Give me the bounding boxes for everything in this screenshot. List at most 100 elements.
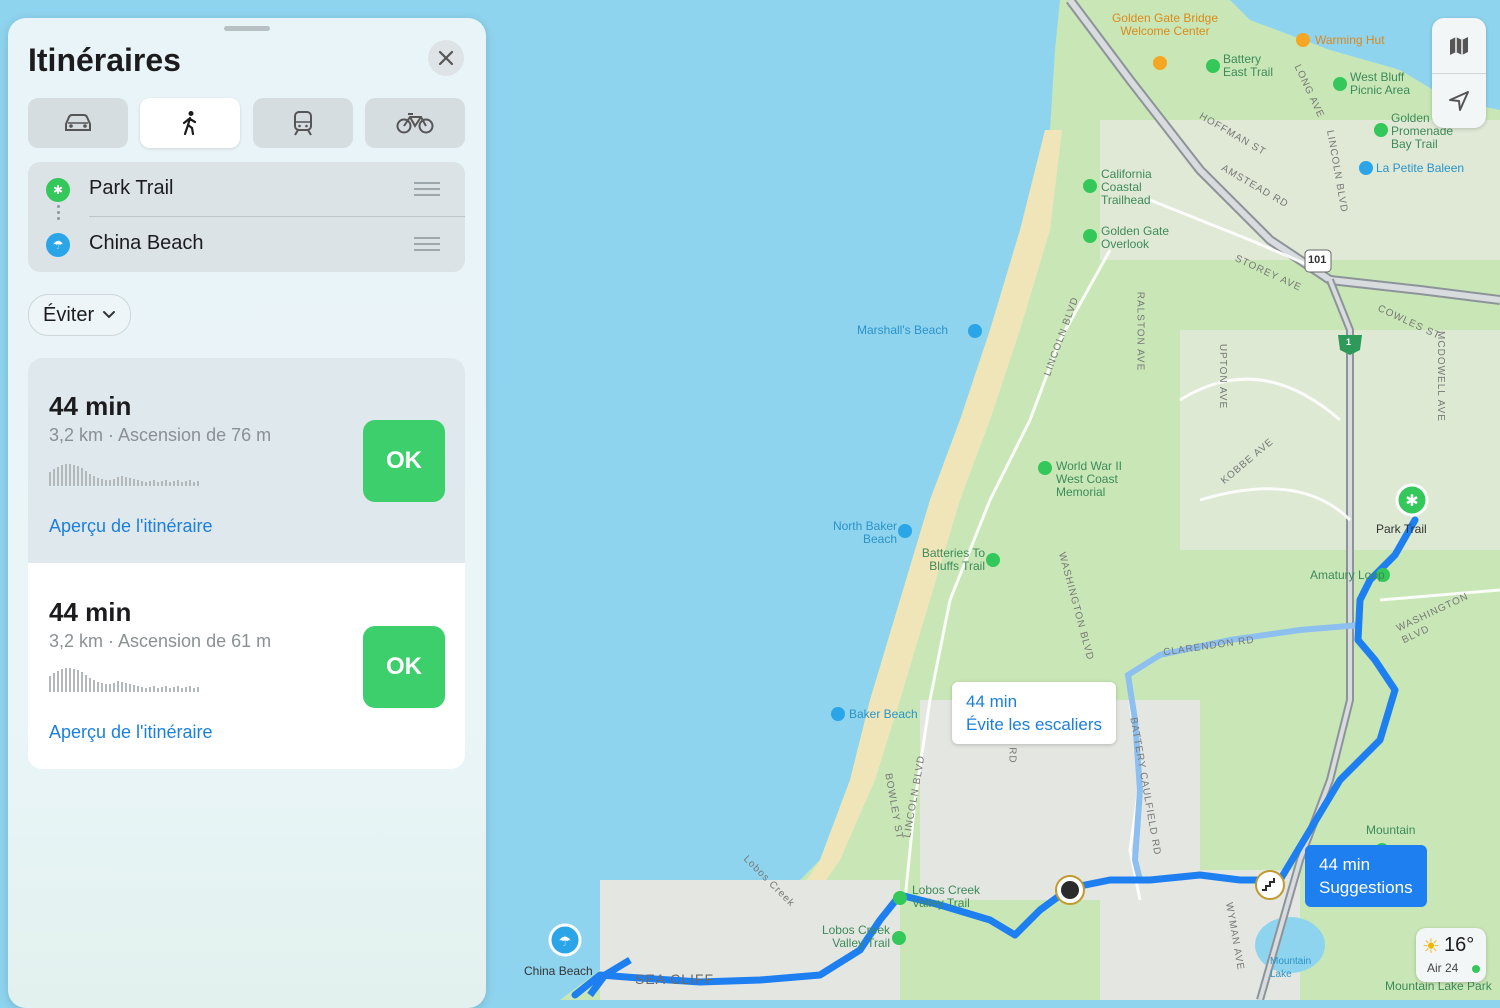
elevation-bar [61,465,63,486]
poi-label[interactable]: Golden Gate Bridge Welcome Center [1110,12,1220,38]
elevation-bar [113,683,115,692]
alternate-route-callout[interactable]: 44 min Évite les escaliers [952,682,1117,744]
elevation-bar [85,471,87,486]
map-mode-button[interactable] [1432,18,1486,73]
poi-label[interactable]: Amatury Loop [1310,569,1385,582]
svg-text:✱: ✱ [1405,491,1418,510]
svg-text:☂: ☂ [559,934,572,950]
elevation-bar [57,671,59,692]
elevation-bar [117,477,119,486]
elevation-bar [177,480,179,486]
mode-car-button[interactable] [28,98,128,148]
route-preview-link[interactable]: Aperçu de l'itinéraire [49,722,213,743]
elevation-bar [105,684,107,692]
elevation-bar [69,668,71,692]
elevation-bar [153,686,155,692]
elevation-bar [53,673,55,692]
panel-title: Itinéraires [28,42,181,78]
elevation-bar [117,681,119,692]
elevation-bar [121,476,123,486]
location-button[interactable] [1432,74,1486,128]
poi-label[interactable]: California Coastal Trailhead [1101,168,1181,207]
elevation-bar [149,481,151,486]
elevation-bar [85,675,87,692]
train-icon [294,111,312,136]
avoid-button[interactable]: Éviter [28,294,132,336]
location-arrow-icon [1449,91,1469,111]
poi-label[interactable]: Mountain [1366,824,1415,837]
route-stops: ✱ Park Trail ☂ China Beach [28,162,465,272]
elevation-bar [101,479,103,486]
close-button[interactable] [428,40,464,76]
poi-label[interactable]: Warming Hut [1315,34,1385,47]
poi-label[interactable]: North Baker Beach [817,520,897,546]
elevation-bar [153,480,155,486]
callout-time: 44 min [1319,855,1371,874]
elevation-bar [169,482,171,486]
main-route-callout[interactable]: 44 min Suggestions [1305,845,1427,907]
route-time: 44 min [49,597,132,627]
go-button[interactable]: OK [363,626,445,708]
poi-label[interactable]: Baker Beach [849,708,918,721]
elevation-bar [161,481,163,486]
elevation-bar [157,482,159,486]
mode-bike-button[interactable] [365,98,465,148]
elevation-bar [49,676,51,692]
poi-label[interactable]: West Bluff Picnic Area [1350,71,1430,97]
poi-label[interactable]: Batteries To Bluffs Trail [905,547,985,573]
elevation-bar [173,687,175,692]
poi-label[interactable]: Lobos Creek Valley Trail [806,924,890,950]
origin-label: Park Trail [89,177,174,199]
elevation-bar [57,467,59,486]
poi-label[interactable]: Lobos Creek Valley Trail [912,884,992,910]
poi-label[interactable]: Park Trail [1376,523,1427,536]
route-option[interactable]: 44 min 3,2 km · Ascension de 76 m Aperçu… [28,358,465,563]
elevation-bar [177,686,179,692]
elevation-bar [169,688,171,692]
close-icon [438,50,454,66]
origin-row[interactable]: ✱ Park Trail [28,162,465,217]
destination-label: China Beach [89,232,204,254]
map-controls [1432,18,1486,128]
air-quality: Air 24 [1427,961,1459,975]
elevation-bar [125,477,127,486]
temperature: 16° [1444,934,1475,956]
route-details: 3,2 km · Ascension de 61 m [49,631,272,651]
route-preview-link[interactable]: Aperçu de l'itinéraire [49,516,213,537]
destination-row[interactable]: ☂ China Beach [28,217,465,272]
poi-label[interactable]: Battery East Trail [1223,53,1283,79]
elevation-bar [141,687,143,692]
elevation-bar [65,668,67,692]
panel-grabber[interactable] [224,26,270,31]
poi-label[interactable]: China Beach [524,965,593,978]
mode-walk-button[interactable] [140,98,240,148]
elevation-bar [129,478,131,486]
poi-label[interactable]: Golden Gate Overlook [1101,225,1181,251]
drag-handle-icon[interactable] [414,237,440,251]
route-option[interactable]: 44 min 3,2 km · Ascension de 61 m Aperçu… [28,564,465,769]
directions-panel: Itinéraires ✱ Park Trail ☂ China Beach É… [8,18,486,1008]
elevation-bar [93,476,95,486]
elevation-bar [185,687,187,692]
elevation-bar [125,683,127,692]
elevation-bar [61,669,63,692]
elevation-bar [197,687,199,692]
highway-shield-text: 1 [1346,337,1352,347]
elevation-bar [101,683,103,692]
elevation-bar [77,466,79,486]
poi-label[interactable]: La Petite Baleen [1376,162,1464,175]
elevation-profile [49,668,199,692]
mode-transit-button[interactable] [253,98,353,148]
weather-widget[interactable]: ☀ 16° Air 24 [1416,928,1486,982]
go-button[interactable]: OK [363,420,445,502]
elevation-bar [133,685,135,692]
elevation-bar [161,687,163,692]
poi-label[interactable]: Mountain Lake [1270,955,1320,981]
poi-label[interactable]: World War II West Coast Memorial [1056,460,1136,499]
road-label: MCDOWELL AVE [1434,331,1446,422]
car-icon [65,114,91,131]
poi-label[interactable]: Marshall's Beach [857,324,948,337]
chevron-down-icon [103,311,116,319]
map-icon [1450,36,1468,55]
drag-handle-icon[interactable] [414,182,440,196]
